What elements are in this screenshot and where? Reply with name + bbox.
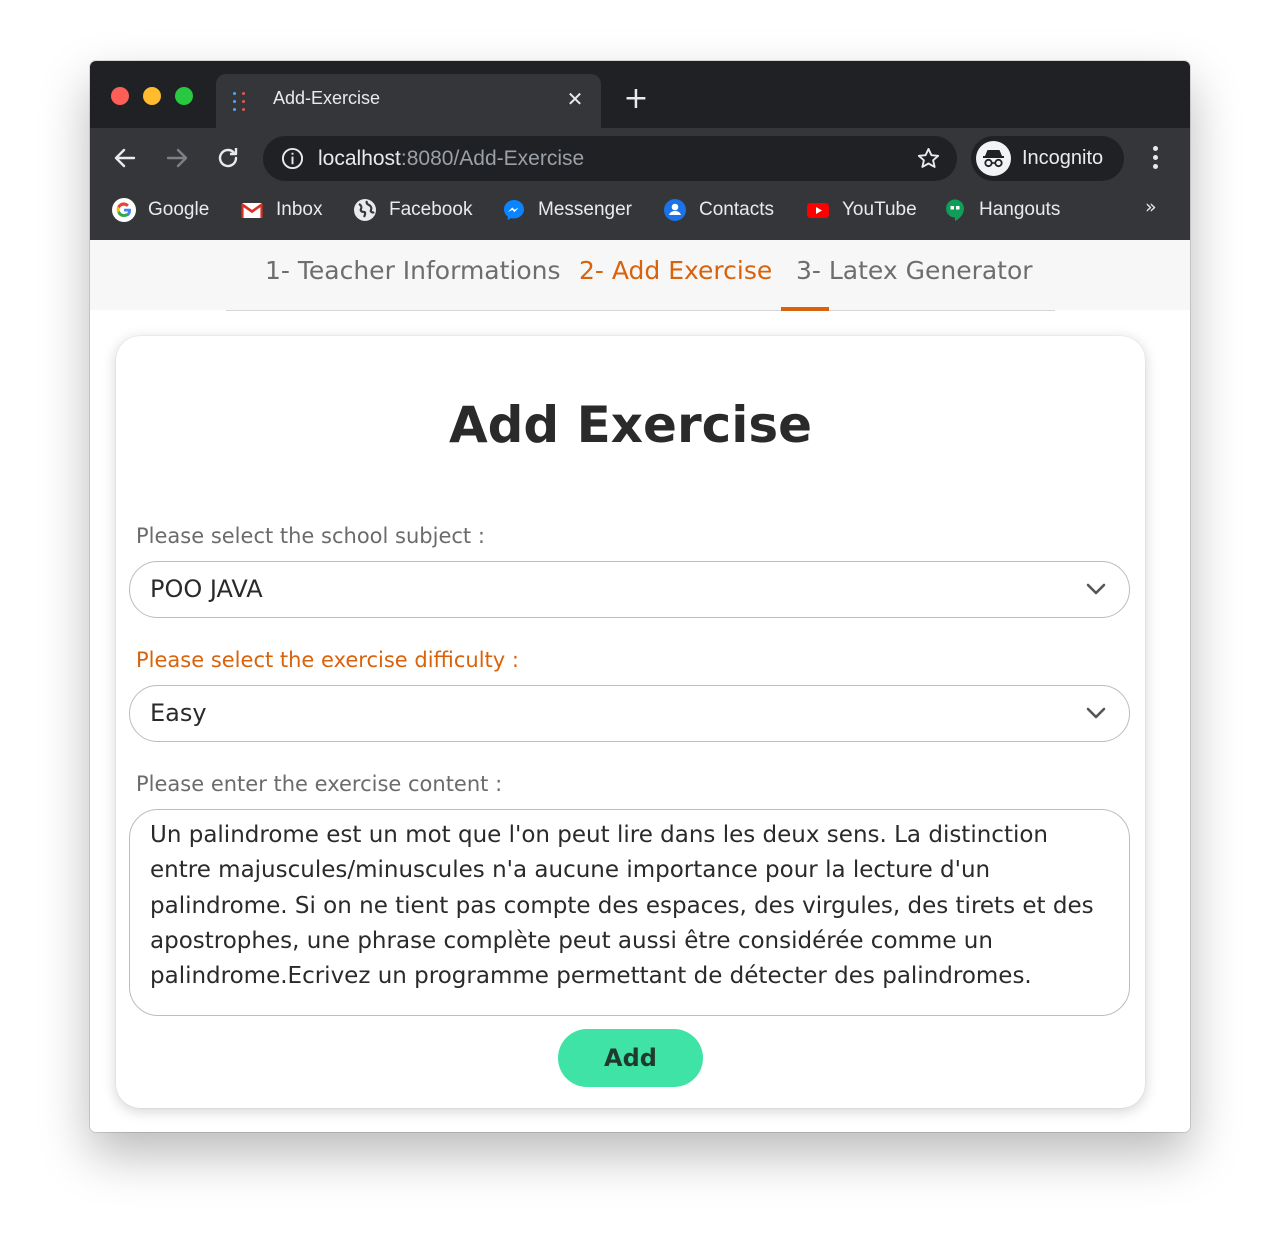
- contacts-icon: [664, 199, 686, 221]
- page-content: 1- Teacher Informations 2- Add Exercise …: [90, 240, 1190, 1132]
- globe-icon: [354, 199, 376, 221]
- incognito-profile-button[interactable]: Incognito: [971, 136, 1124, 181]
- exercise-content-text[interactable]: Un palindrome est un mot que l'on peut l…: [150, 818, 1110, 994]
- more-bookmarks-button[interactable]: »: [1145, 196, 1157, 218]
- new-tab-button[interactable]: +: [622, 84, 650, 114]
- close-window-button[interactable]: [111, 87, 129, 105]
- step-teacher-informations[interactable]: 1- Teacher Informations: [265, 256, 561, 285]
- address-bar[interactable]: localhost:8080/Add-Exercise: [263, 136, 957, 181]
- step-add-exercise[interactable]: 2- Add Exercise: [579, 256, 772, 285]
- youtube-icon: [807, 203, 829, 218]
- tab-title: Add-Exercise: [273, 88, 381, 108]
- browser-menu-icon[interactable]: [1150, 145, 1160, 171]
- steps-bar: 1- Teacher Informations 2- Add Exercise …: [226, 240, 1055, 311]
- page-title: Add Exercise: [448, 396, 813, 454]
- gmail-icon: [241, 203, 263, 218]
- subject-label: Please select the school subject :: [136, 524, 485, 548]
- minimize-window-button[interactable]: [143, 87, 161, 105]
- incognito-label: Incognito: [1022, 147, 1104, 169]
- browser-toolbar: localhost:8080/Add-Exercise Incognito: [90, 128, 1190, 188]
- bookmark-hangouts[interactable]: Hangouts: [943, 196, 1060, 224]
- back-arrow-icon[interactable]: [112, 145, 138, 171]
- messenger-icon: [504, 200, 524, 220]
- step-latex-generator[interactable]: 3- Latex Generator: [796, 256, 1033, 285]
- google-icon: [112, 198, 136, 222]
- bookmark-contacts[interactable]: Contacts: [663, 196, 774, 224]
- bookmark-facebook[interactable]: Facebook: [353, 196, 472, 224]
- exercise-content-textarea[interactable]: Un palindrome est un mot que l'on peut l…: [129, 809, 1130, 1016]
- tab-favicon-icon: [233, 90, 247, 114]
- chevron-down-icon: [1086, 583, 1106, 595]
- active-step-indicator: [781, 307, 829, 311]
- add-exercise-card: Add Exercise Please select the school su…: [116, 336, 1145, 1108]
- browser-tab-active[interactable]: Add-Exercise ✕: [216, 74, 601, 128]
- bookmark-inbox[interactable]: Inbox: [240, 196, 322, 224]
- title-bar: Add-Exercise ✕ +: [90, 61, 1190, 128]
- step-navigation: 1- Teacher Informations 2- Add Exercise …: [90, 240, 1190, 311]
- reload-icon[interactable]: [215, 145, 241, 171]
- hangouts-icon: [946, 199, 964, 221]
- subject-selected-value: POO JAVA: [150, 575, 263, 603]
- incognito-icon: [976, 141, 1011, 176]
- difficulty-select[interactable]: Easy: [129, 685, 1130, 742]
- bookmark-youtube[interactable]: YouTube: [806, 196, 917, 224]
- tab-close-icon[interactable]: ✕: [563, 87, 587, 111]
- maximize-window-button[interactable]: [175, 87, 193, 105]
- subject-select[interactable]: POO JAVA: [129, 561, 1130, 618]
- bookmark-star-icon[interactable]: [916, 146, 941, 171]
- content-label: Please enter the exercise content :: [136, 772, 503, 796]
- bookmark-messenger[interactable]: Messenger: [502, 196, 632, 224]
- url-text[interactable]: localhost:8080/Add-Exercise: [318, 147, 584, 171]
- browser-window: Add-Exercise ✕ + localhost:8080/Add-Exer…: [90, 61, 1190, 1132]
- add-button[interactable]: Add: [558, 1029, 703, 1087]
- bookmarks-bar: Google Inbox Facebook Messenger Contacts…: [90, 188, 1190, 240]
- difficulty-selected-value: Easy: [150, 699, 207, 727]
- forward-arrow-icon[interactable]: [164, 145, 190, 171]
- difficulty-label: Please select the exercise difficulty :: [136, 648, 519, 672]
- chevron-down-icon: [1086, 707, 1106, 719]
- info-icon[interactable]: [281, 147, 304, 170]
- bookmark-google[interactable]: Google: [112, 196, 209, 224]
